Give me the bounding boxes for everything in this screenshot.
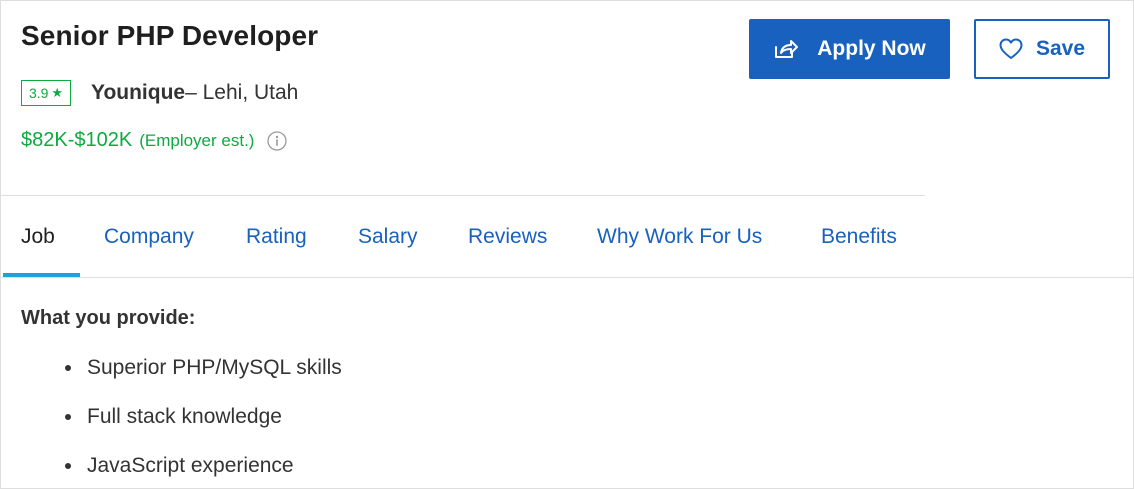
tab-benefits[interactable]: Benefits [821,196,897,277]
bullet-dot [65,414,71,420]
tab-salary[interactable]: Salary [358,196,418,277]
tab-reviews[interactable]: Reviews [468,196,547,277]
tab-bar: Job Company Rating Salary Reviews Why Wo… [1,196,1133,277]
tab-job[interactable]: Job [21,196,55,277]
list-item: JavaScript experience [61,451,342,488]
apply-now-button[interactable]: Apply Now [749,19,950,79]
tab-rating[interactable]: Rating [246,196,307,277]
rating-badge: 3.9 ★ [21,80,71,106]
list-item-text: Full stack knowledge [87,405,282,428]
salary-range: $82K-$102K [21,129,133,151]
company-location: – Lehi, Utah [185,81,299,104]
tab-company[interactable]: Company [104,196,194,277]
bullet-dot [65,365,71,371]
job-detail-panel: Senior PHP Developer 3.9 ★ Younique – Le… [0,0,1134,489]
share-arrow-icon [773,38,799,60]
save-button[interactable]: Save [974,19,1110,79]
company-row: 3.9 ★ Younique – Lehi, Utah [21,78,298,108]
section-heading: What you provide: [21,307,196,329]
heart-icon [999,38,1023,60]
company-name[interactable]: Younique [91,81,185,105]
job-header: Senior PHP Developer 3.9 ★ Younique – Le… [1,1,1133,196]
apply-now-label: Apply Now [817,37,926,60]
rating-value: 3.9 [28,85,49,101]
save-label: Save [1035,37,1086,60]
salary-note: (Employer est.) [139,130,255,150]
job-title: Senior PHP Developer [21,20,319,51]
list-item: Superior PHP/MySQL skills [61,353,342,402]
list-item-text: Superior PHP/MySQL skills [87,356,342,379]
list-item-text: JavaScript experience [87,454,294,477]
tab-why-work-for-us[interactable]: Why Work For Us [597,196,762,277]
star-icon: ★ [51,85,64,100]
list-item: Full stack knowledge [61,402,342,451]
info-icon[interactable] [267,130,288,151]
bullet-dot [65,463,71,469]
tabs-divider [1,277,1133,278]
requirements-list: Superior PHP/MySQL skills Full stack kno… [61,353,342,488]
salary-row: $82K-$102K (Employer est.) [21,129,288,152]
